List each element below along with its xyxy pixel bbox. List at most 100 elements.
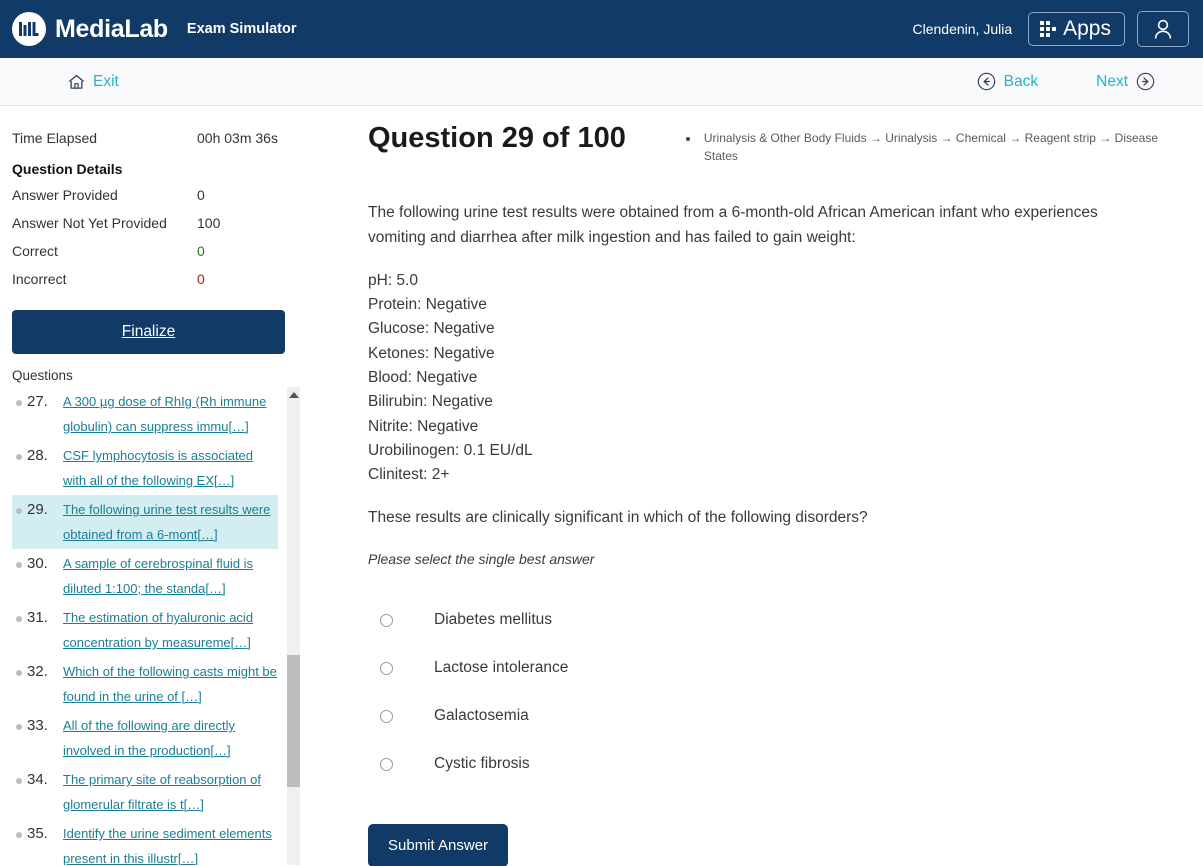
questions-scrollbar[interactable] [287,387,300,865]
question-number: 29. [27,501,48,518]
exit-label: Exit [93,72,119,90]
exit-link[interactable]: Exit [68,73,119,91]
user-icon [1154,19,1172,39]
answer-radio[interactable] [380,758,393,772]
bullet-icon [16,454,22,460]
question-link[interactable]: CSF lymphocytosis is associated with all… [63,443,278,493]
stat-row-answer-not-yet-provided: Answer Not Yet Provided 100 [12,209,284,237]
stat-value: 00h 03m 36s [197,130,278,146]
result-line: Bilirubin: Negative [368,393,493,411]
answer-option[interactable]: Cystic fibrosis [368,741,1158,789]
page-body: Time Elapsed 00h 03m 36s Question Detail… [0,106,1203,866]
result-line: pH: 5.0 [368,271,418,289]
stat-row-correct: Correct 0 [12,237,284,265]
answer-option-label: Lactose intolerance [434,659,569,677]
questions-list-label: Questions [12,368,73,383]
stat-value: 0 [197,187,205,203]
breadcrumb-path: Urinalysis & Other Body Fluids → Urinaly… [703,131,1159,163]
app-header: MediaLab Exam Simulator Clendenin, Julia… [0,0,1203,58]
answer-option-label: Galactosemia [434,707,529,725]
stat-label: Answer Not Yet Provided [12,215,167,231]
question-list-item[interactable]: 29. The following urine test results were… [12,495,278,549]
result-line: Blood: Negative [368,368,478,386]
answer-radio[interactable] [380,662,393,676]
question-panel: Question 29 of 100 Urinalysis & Other Bo… [300,106,1203,866]
question-link[interactable]: Identify the urine sediment elements pre… [63,821,278,865]
question-list-item[interactable]: 31. The estimation of hyaluronic acid con… [12,603,278,657]
question-number: 32. [27,663,48,680]
result-line: Nitrite: Negative [368,417,479,435]
stat-label: Time Elapsed [12,130,98,146]
stat-label: Answer Provided [12,187,118,203]
question-list-item[interactable]: 27. A 300 µg dose of RhIg (Rh immune glob… [12,387,278,441]
result-line: Ketones: Negative [368,344,495,362]
next-label: Next [1096,72,1128,90]
question-details-heading: Question Details [12,161,123,177]
question-number: 28. [27,447,48,464]
home-icon [68,74,85,90]
bullet-icon [16,670,22,676]
question-list-item[interactable]: 35. Identify the urine sediment elements … [12,819,278,865]
bullet-icon [16,778,22,784]
bullet-icon [16,616,22,622]
question-body: The following urine test results were ob… [368,201,1158,866]
account-button[interactable] [1137,11,1189,47]
question-link[interactable]: The estimation of hyaluronic acid concen… [63,605,278,655]
question-link[interactable]: Which of the following casts might be fo… [63,659,278,709]
question-number: 27. [27,393,48,410]
question-link[interactable]: A sample of cerebrospinal fluid is dilut… [63,551,278,601]
question-link[interactable]: The following urine test results were ob… [63,497,278,547]
back-label: Back [1003,72,1039,90]
question-stem: The following urine test results were ob… [368,204,1098,246]
stat-label: Incorrect [12,271,67,287]
question-number: 31. [27,609,48,626]
question-prompt: These results are clinically significant… [368,508,868,526]
question-list-item[interactable]: 34. The primary site of reabsorption of g… [12,765,278,819]
question-list-item[interactable]: 30. A sample of cerebrospinal fluid is di… [12,549,278,603]
bullet-icon [16,832,22,838]
question-link[interactable]: A 300 µg dose of RhIg (Rh immune globuli… [63,389,278,439]
exam-sidebar: Time Elapsed 00h 03m 36s Question Detail… [0,106,300,866]
result-line: Glucose: Negative [368,320,495,338]
answer-options: Diabetes mellitus Lactose intolerance Gala… [368,597,1158,789]
stat-value: 0 [197,271,205,287]
bullet-icon [16,508,22,514]
bullet-icon [685,137,690,141]
question-link[interactable]: All of the following are directly involv… [63,713,278,763]
stats-panel: Time Elapsed 00h 03m 36s Question Detail… [12,106,284,293]
scroll-up-arrow-icon[interactable] [288,392,299,398]
scrollbar-thumb[interactable] [287,655,300,787]
question-number: 30. [27,555,48,572]
medialab-logo-icon [12,12,46,46]
bullet-icon [16,724,22,730]
questions-list[interactable]: 27. A 300 µg dose of RhIg (Rh immune glob… [12,387,300,865]
answer-radio[interactable] [380,710,393,724]
question-header: Question 29 of 100 Urinalysis & Other Bo… [368,106,1163,165]
apps-button-label: Apps [1063,17,1111,40]
brand: MediaLab Exam Simulator [12,12,297,46]
question-instruction: Please select the single best answer [368,551,595,568]
question-list-item[interactable]: 28. CSF lymphocytosis is associated with … [12,441,278,495]
answer-option[interactable]: Diabetes mellitus [368,597,1158,645]
bullet-icon [16,400,22,406]
question-number: 34. [27,771,48,788]
stat-label: Correct [12,243,58,259]
page-title: Question 29 of 100 [368,122,626,154]
back-link[interactable]: Back [977,72,1038,91]
result-line: Protein: Negative [368,295,487,313]
answer-option-label: Cystic fibrosis [434,755,530,773]
question-list-item[interactable]: 33. All of the following are directly inv… [12,711,278,765]
answer-option[interactable]: Galactosemia [368,693,1158,741]
questions-list-container: 27. A 300 µg dose of RhIg (Rh immune glob… [12,387,300,865]
answer-radio[interactable] [380,614,393,628]
apps-button[interactable]: Apps [1028,12,1125,46]
next-link[interactable]: Next [1096,72,1155,91]
question-list-item[interactable]: 32. Which of the following casts might be… [12,657,278,711]
submit-answer-button[interactable]: Submit Answer [368,823,509,866]
stat-value: 0 [197,243,205,259]
arrow-left-circle-icon [977,72,996,91]
stat-row-time-elapsed: Time Elapsed 00h 03m 36s [12,124,284,152]
answer-option[interactable]: Lactose intolerance [368,645,1158,693]
finalize-button[interactable]: Finalize [12,310,285,354]
question-link[interactable]: The primary site of reabsorption of glom… [63,767,278,817]
